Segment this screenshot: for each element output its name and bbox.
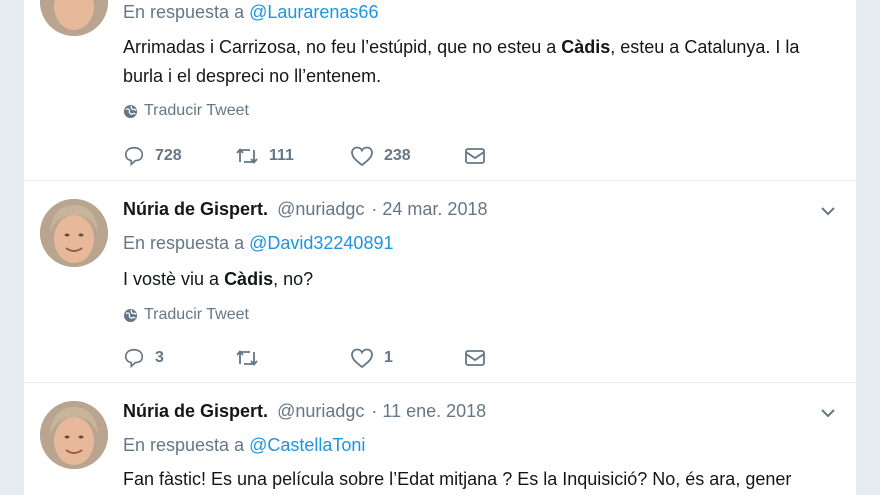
tweet-header: Núria de Gispert. @nuriadgc · 11 ene. 20… xyxy=(123,401,486,422)
direct-message-button[interactable] xyxy=(464,145,486,167)
tweet-date[interactable]: · 11 ene. 2018 xyxy=(371,401,486,421)
tweet-text-part: , no? xyxy=(273,269,314,289)
tweet-text: Arrimadas i Carrizosa, no feu l’estúpid,… xyxy=(123,33,833,91)
tweet-text-part: Fan fàstic! Es una película sobre l’Edat… xyxy=(123,469,792,489)
tweet-date[interactable]: · 24 mar. 2018 xyxy=(371,199,487,219)
like-count: 238 xyxy=(384,147,411,164)
timeline: En respuesta a @Laurarenas66 Arrimadas i… xyxy=(24,0,856,495)
reply-to-link[interactable]: @Laurarenas66 xyxy=(249,2,378,22)
tweet-text-bold: Càdis xyxy=(561,37,611,57)
tweet-text-part: I vostè viu a xyxy=(123,269,225,289)
tweet[interactable]: Núria de Gispert. @nuriadgc · 24 mar. 20… xyxy=(24,180,856,383)
replying-to: En respuesta a @David32240891 xyxy=(123,233,393,254)
tweet-header: Núria de Gispert. @nuriadgc · 24 mar. 20… xyxy=(123,199,487,220)
tweet-actions: 728 111 238 xyxy=(123,145,486,167)
reply-button[interactable]: 728 xyxy=(123,145,235,167)
user-handle[interactable]: @nuriadgc xyxy=(277,401,364,421)
reply-to-link[interactable]: @David32240891 xyxy=(249,233,393,253)
tweet-text-bold: Càdis xyxy=(224,269,274,289)
retweet-icon xyxy=(236,350,258,366)
direct-message-button[interactable] xyxy=(464,347,486,369)
retweet-count: 111 xyxy=(269,147,294,164)
avatar[interactable] xyxy=(40,401,108,469)
heart-icon xyxy=(351,146,373,167)
like-count: 1 xyxy=(384,349,393,366)
translate-label: Traducir Tweet xyxy=(144,306,249,323)
display-name[interactable]: Núria de Gispert. xyxy=(123,401,268,421)
translate-tweet-button[interactable]: Traducir Tweet xyxy=(123,102,249,120)
display-name[interactable]: Núria de Gispert. xyxy=(123,199,268,219)
tweet-actions: 3 1 xyxy=(123,347,486,369)
globe-icon xyxy=(123,308,138,322)
reply-count: 3 xyxy=(155,349,164,366)
tweet[interactable]: Núria de Gispert. @nuriadgc · 11 ene. 20… xyxy=(24,382,856,495)
replying-label: En respuesta a xyxy=(123,2,245,22)
reply-icon xyxy=(124,348,144,369)
avatar[interactable] xyxy=(40,199,108,267)
chevron-down-icon[interactable] xyxy=(818,403,838,423)
chevron-down-icon[interactable] xyxy=(818,201,838,221)
reply-count: 728 xyxy=(155,147,182,164)
retweet-icon xyxy=(236,148,258,164)
replying-to: En respuesta a @CastellaToni xyxy=(123,435,365,456)
replying-to: En respuesta a @Laurarenas66 xyxy=(123,2,378,23)
translate-tweet-button[interactable]: Traducir Tweet xyxy=(123,306,249,324)
tweet[interactable]: En respuesta a @Laurarenas66 Arrimadas i… xyxy=(24,0,856,180)
heart-icon xyxy=(351,348,373,369)
envelope-icon xyxy=(465,148,485,164)
like-button[interactable]: 1 xyxy=(350,347,464,369)
tweet-text-part: Arrimadas i Carrizosa, no feu l’estúpid,… xyxy=(123,37,562,57)
replying-label: En respuesta a xyxy=(123,233,245,253)
reply-icon xyxy=(124,146,144,167)
user-handle[interactable]: @nuriadgc xyxy=(277,199,364,219)
retweet-button[interactable]: 111 xyxy=(235,145,350,167)
tweet-text: Fan fàstic! Es una película sobre l’Edat… xyxy=(123,465,848,494)
replying-label: En respuesta a xyxy=(123,435,245,455)
translate-label: Traducir Tweet xyxy=(144,102,249,119)
tweet-text: I vostè viu a Càdis, no? xyxy=(123,265,833,294)
globe-icon xyxy=(123,104,138,118)
retweet-button[interactable] xyxy=(235,347,350,369)
reply-button[interactable]: 3 xyxy=(123,347,235,369)
envelope-icon xyxy=(465,350,485,366)
like-button[interactable]: 238 xyxy=(350,145,464,167)
avatar[interactable] xyxy=(40,0,108,36)
reply-to-link[interactable]: @CastellaToni xyxy=(249,435,365,455)
